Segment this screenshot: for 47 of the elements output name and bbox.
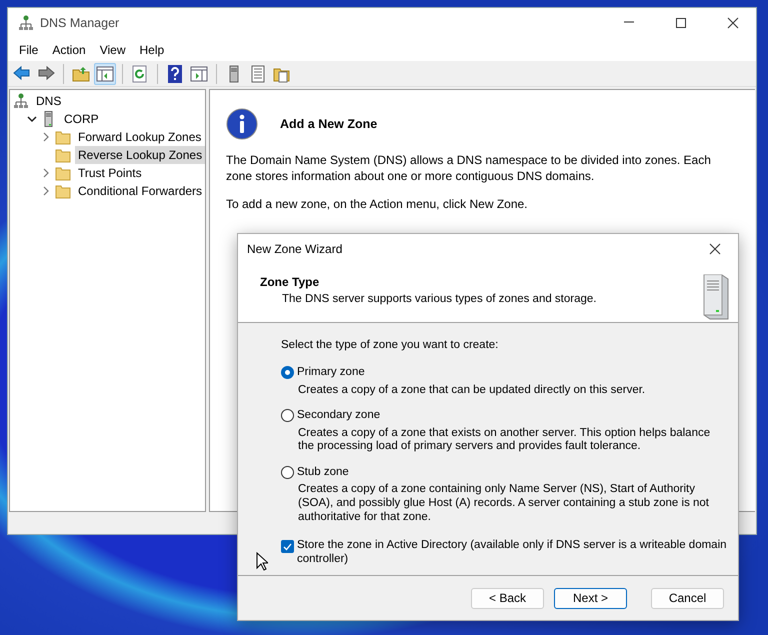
pane-icon[interactable] [95,64,115,84]
radio-label[interactable]: Primary zone [297,364,365,382]
tree-item[interactable]: Forward Lookup Zones [75,128,204,146]
radio-button[interactable] [281,366,294,380]
menu-item[interactable]: Action [45,38,93,60]
maximize-icon[interactable] [675,17,687,29]
wizard-button[interactable]: Next > [554,588,627,608]
wizard-button[interactable]: < Back [471,588,544,608]
option-description: Creates a copy of a zone containing only Name Server (NS), Start of Authority (SOA), and possibly glue Host (A) records. A server containing a stub zone is not authoritative for that zone. [297,483,710,525]
network-icon [18,15,34,31]
menu-item[interactable]: View [92,38,132,60]
dialog-title: New Zone Wizard [247,240,344,258]
radio-label[interactable]: Secondary zone [297,407,380,425]
header-subtitle: The DNS server supports various types of zones and storage. [281,292,598,307]
network-icon [13,93,29,109]
folder-icon [55,147,71,163]
help-icon[interactable] [165,64,185,84]
header-title: Zone Type [260,274,320,291]
chevron-icon[interactable] [27,114,37,124]
tree-item[interactable]: Reverse Lookup Zones [75,146,206,164]
pane-icon[interactable] [189,64,209,84]
option-description: Creates a copy of a zone that exists on another server. This option helps balance the processing load of primary servers and provides fault tolerance. [297,426,712,454]
radio-button[interactable] [281,466,294,480]
folder-icon [55,165,71,181]
info-icon [226,108,258,140]
cursor-icon [256,552,268,571]
details-heading: Add a New Zone [280,116,378,133]
tree-item[interactable]: DNS [33,92,64,110]
menu-item[interactable]: Help [132,38,172,60]
checkbox-label[interactable]: Store the zone in Active Directory (available only if DNS server is a writeable domain controller) [297,538,728,566]
radio-button[interactable] [281,409,294,422]
close-icon[interactable] [727,17,739,29]
tree-item[interactable]: Conditional Forwarders [75,182,206,200]
tree-item[interactable]: CORP [61,110,102,128]
window-title: DNS Manager [40,14,120,32]
details-paragraph: To add a new zone, on the Action menu, click New Zone. [226,196,529,213]
folder-icon [55,183,71,199]
tree-item[interactable]: Trust Points [75,164,145,182]
folder-icon [55,129,71,145]
menu-item[interactable]: File [12,38,46,60]
option-description: Creates a copy of a zone that can be updated directly on this server. [297,384,646,398]
details-paragraph: The Domain Name System (DNS) allows a DNS namespace to be divided into zones. Each zone stores information about one or more contiguous DNS domains. [226,152,712,184]
checkbox[interactable] [281,540,294,553]
radio-label[interactable]: Stub zone [297,464,349,482]
wizard-button[interactable]: Cancel [651,588,724,608]
prompt-text: Select the type of zone you want to create: [281,338,500,353]
close-icon[interactable] [709,242,721,254]
